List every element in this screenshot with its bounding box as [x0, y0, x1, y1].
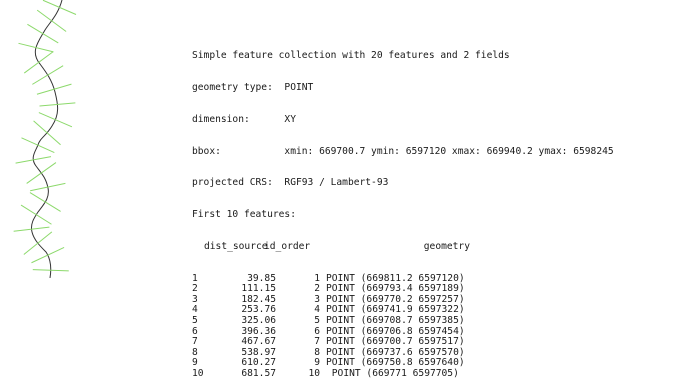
cross-section-tick — [36, 83, 72, 95]
river-map-plot — [13, 0, 77, 278]
cross-section-tick — [21, 137, 55, 154]
dist-source-cell: 467.67 — [241, 336, 276, 348]
feature-table-rows: 1 39.85 1 POINT (669811.2 6597120) 2 111.15 2 P… — [192, 272, 696, 380]
id-order-cell: 2 — [314, 283, 320, 295]
id-order-cell: 8 — [314, 346, 320, 358]
cross-section-tick — [36, 9, 67, 32]
column-header-id-order: id_order — [264, 240, 311, 252]
id-order-cell: 5 — [314, 315, 320, 327]
cross-section-tick — [26, 162, 57, 184]
id-order-cell: 4 — [314, 304, 320, 316]
table-row: 5 325.06 5 POINT (669708.7 6597385) — [192, 315, 696, 327]
geometry-type-line: geometry type: POINT — [192, 81, 314, 93]
cross-section-tick — [23, 51, 54, 74]
table-row: 2 111.15 2 POINT (669793.4 6597189) — [192, 284, 696, 295]
id-order-cell: 1 — [314, 272, 320, 284]
id-order-cell: 7 — [314, 336, 320, 348]
geometry-cell: POINT (669737.6 6597570) — [326, 346, 465, 358]
dist-source-cell: 325.06 — [241, 315, 276, 327]
cross-section-tick — [18, 42, 54, 53]
cross-section-tick — [27, 23, 59, 44]
row-index: 10 — [192, 368, 204, 379]
table-row: 8 538.97 8 POINT (669737.6 6597570) — [192, 346, 696, 359]
row-index: 9 — [192, 357, 198, 369]
cross-section-tick — [42, 0, 77, 15]
id-order-cell: 10 — [308, 368, 320, 379]
dist-source-cell: 681.57 — [241, 368, 276, 379]
table-header: dist_sourceid_order geometry — [192, 240, 696, 253]
geometry-cell: POINT (669811.2 6597120) — [326, 272, 465, 284]
table-row: 4 253.76 4 POINT (669741.9 6597322) — [192, 305, 696, 316]
dist-source-cell: 396.36 — [241, 325, 276, 337]
row-index: 2 — [192, 283, 198, 295]
dist-source-cell: 253.76 — [241, 304, 276, 316]
dist-source-cell: 182.45 — [241, 293, 276, 305]
row-index: 6 — [192, 325, 198, 337]
cross-section-tick — [32, 65, 64, 85]
dist-source-cell: 610.27 — [241, 357, 276, 369]
row-index: 8 — [192, 346, 198, 358]
table-row: 1 39.85 1 POINT (669811.2 6597120) — [192, 272, 696, 285]
cross-section-tick — [20, 204, 52, 225]
cross-section-tick — [29, 192, 61, 212]
geometry-cell: POINT (669700.7 6597517) — [326, 336, 465, 348]
column-header-geometry: geometry — [423, 240, 470, 252]
table-row: 10 681.57 10 POINT (669771 6597705) — [192, 368, 696, 380]
id-order-cell: 9 — [314, 357, 320, 369]
r-console-output: Simple feature collection with 20 featur… — [192, 30, 696, 390]
cross-section-tick — [31, 247, 65, 264]
dist-source-cell: 538.97 — [241, 346, 276, 358]
bbox-line: bbox: xmin: 669700.7 ymin: 6597120 xmax:… — [192, 145, 614, 157]
row-index: 3 — [192, 293, 198, 305]
summary-line: Simple feature collection with 20 featur… — [192, 50, 510, 62]
cross-section-tick — [32, 269, 69, 272]
row-index: 4 — [192, 304, 198, 316]
id-order-cell: 3 — [314, 293, 320, 305]
cross-section-tick — [38, 112, 73, 128]
dist-source-cell: 111.15 — [241, 283, 276, 295]
dist-source-cell: 39.85 — [247, 272, 276, 284]
dimension-line: dimension: XY — [192, 113, 296, 125]
id-order-cell: 6 — [314, 325, 320, 337]
geometry-cell: POINT (669750.8 6597640) — [326, 357, 465, 369]
crs-line: projected CRS: RGF93 / Lambert-93 — [192, 177, 389, 189]
row-index: 1 — [192, 272, 198, 284]
row-index: 7 — [192, 336, 198, 348]
geometry-cell: POINT (669706.8 6597454) — [326, 325, 465, 337]
first-features-line: First 10 features: — [192, 209, 296, 221]
geometry-cell: POINT (669771 6597705) — [326, 368, 459, 379]
row-index: 5 — [192, 315, 198, 327]
geometry-cell: POINT (669708.7 6597385) — [326, 315, 465, 327]
table-row: 6 396.36 6 POINT (669706.8 6597454) — [192, 325, 696, 338]
geometry-cell: POINT (669770.2 6597257) — [326, 293, 465, 305]
table-row: 7 467.67 7 POINT (669700.7 6597517) — [192, 337, 696, 348]
geometry-cell: POINT (669793.4 6597189) — [326, 283, 465, 295]
table-row: 3 182.45 3 POINT (669770.2 6597257) — [192, 293, 696, 306]
cross-section-tick — [23, 231, 53, 255]
table-row: 9 610.27 9 POINT (669750.8 6597640) — [192, 358, 696, 369]
geometry-cell: POINT (669741.9 6597322) — [326, 304, 465, 316]
cross-section-tick — [33, 120, 61, 146]
column-header-dist-source: dist_source — [204, 240, 268, 252]
